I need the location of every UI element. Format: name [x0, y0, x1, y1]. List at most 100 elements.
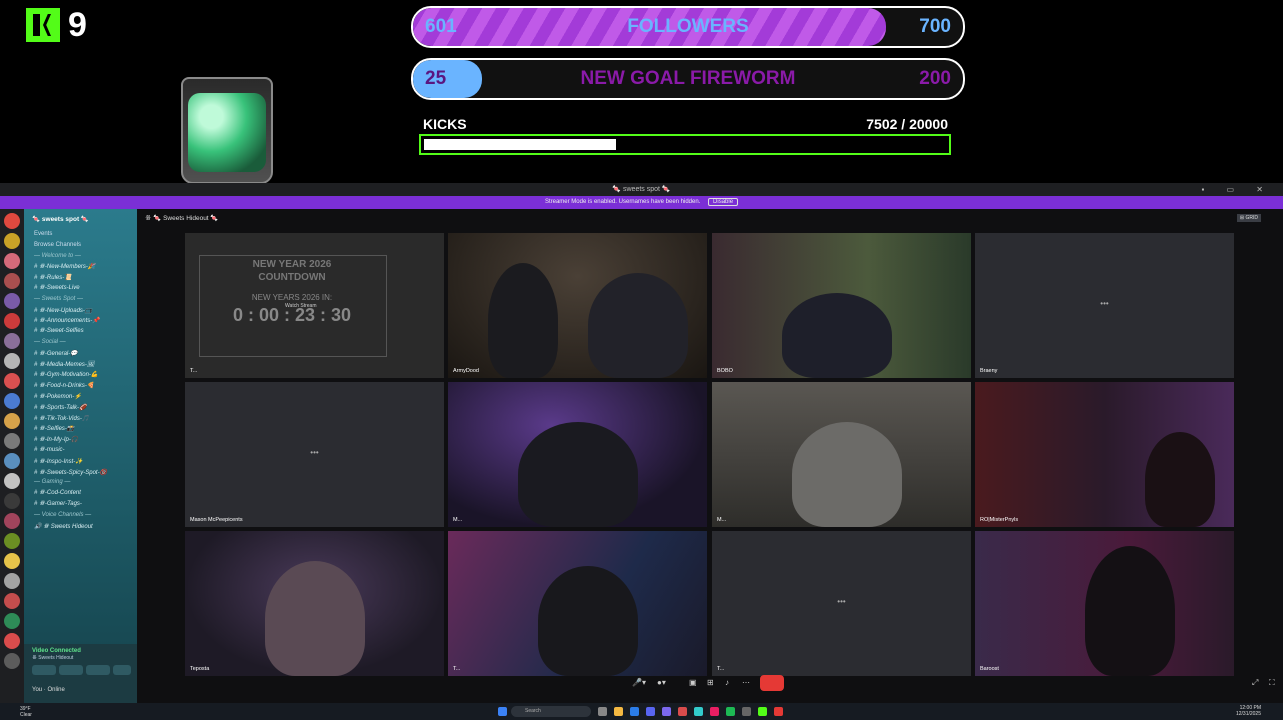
- camera-icon[interactable]: ●▾: [657, 676, 666, 690]
- file-explorer-icon[interactable]: [614, 707, 623, 716]
- server-icon[interactable]: [4, 653, 20, 669]
- channel-item[interactable]: # ꗥ-Inspo-Inst-✨: [34, 458, 83, 466]
- grid-toggle[interactable]: ⊞ GRID: [1236, 214, 1261, 222]
- spotify-icon[interactable]: [726, 707, 735, 716]
- window-controls[interactable]: ▪ ▭ ✕: [1201, 183, 1273, 196]
- server-name[interactable]: 🍬 sweets spot 🍬: [32, 215, 89, 223]
- screen-share-icon[interactable]: ▣: [689, 676, 697, 690]
- server-icon[interactable]: [4, 633, 20, 649]
- participant-name: Baroost: [980, 666, 999, 672]
- app-icon[interactable]: [694, 707, 703, 716]
- video-tile[interactable]: M...: [448, 382, 707, 527]
- video-tile[interactable]: BOBO: [712, 233, 971, 378]
- video-tile[interactable]: NEW YEAR 2026 COUNTDOWN NEW YEARS 2026 I…: [185, 233, 444, 378]
- channel-category[interactable]: — Voice Channels —: [34, 512, 91, 518]
- server-icon[interactable]: [4, 453, 20, 469]
- server-icon[interactable]: [4, 213, 20, 229]
- channel-item[interactable]: # ꗥ-New-Members-🎉: [34, 263, 95, 271]
- app-icon[interactable]: [678, 707, 687, 716]
- server-icon[interactable]: [4, 433, 20, 449]
- channel-item[interactable]: # ꗥ-Gym-Motivation-💪: [34, 371, 98, 379]
- disconnect-button[interactable]: [760, 675, 784, 691]
- sidebar-nav-item[interactable]: Browse Channels: [34, 242, 81, 248]
- app-icon[interactable]: [710, 707, 719, 716]
- channel-item[interactable]: 🔊 ꗥ Sweets Hideout: [34, 523, 93, 531]
- channel-item[interactable]: # ꗥ-music-: [34, 447, 65, 454]
- channel-item[interactable]: # ꗥ-In-My-Ip-🎧: [34, 436, 78, 444]
- server-icon[interactable]: [4, 553, 20, 569]
- channel-item[interactable]: # ꗥ-Sweet-Selfies: [34, 328, 84, 335]
- server-icon[interactable]: [4, 593, 20, 609]
- server-icon[interactable]: [4, 393, 20, 409]
- server-icon[interactable]: [4, 613, 20, 629]
- channel-item[interactable]: # ꗥ-Rules-📜: [34, 274, 72, 282]
- obs-icon[interactable]: [774, 707, 783, 716]
- channel-category[interactable]: — Gaming —: [34, 479, 70, 485]
- discord-window: 🍬 sweets spot 🍬 ▪ ▭ ✕ Streamer Mode is e…: [0, 183, 1283, 703]
- channel-category[interactable]: — Sweets Spot —: [34, 296, 83, 302]
- video-tile[interactable]: Baroost: [975, 531, 1234, 676]
- server-icon[interactable]: [4, 353, 20, 369]
- server-icon[interactable]: [4, 473, 20, 489]
- channel-item[interactable]: # ꗥ-Sports-Talk-🏈: [34, 404, 87, 412]
- app-icon[interactable]: [662, 707, 671, 716]
- edge-icon[interactable]: [630, 707, 639, 716]
- video-tile[interactable]: M...: [712, 382, 971, 527]
- channel-item[interactable]: # ꗥ-Announcements-📌: [34, 317, 100, 325]
- server-icon[interactable]: [4, 413, 20, 429]
- video-tile[interactable]: ••• Mason McPeepicents: [185, 382, 444, 527]
- channel-item[interactable]: # ꗥ-Tik-Tok-Vids-🎵: [34, 415, 89, 423]
- video-tile[interactable]: T...: [448, 531, 707, 676]
- kick-icon[interactable]: [758, 707, 767, 716]
- server-icon[interactable]: [4, 513, 20, 529]
- screenshare-button[interactable]: [59, 665, 83, 675]
- soundboard-button[interactable]: [113, 665, 131, 675]
- channel-item[interactable]: # ꗥ-Food-n-Drinks-🍕: [34, 382, 94, 390]
- server-icon[interactable]: [4, 253, 20, 269]
- microphone-icon[interactable]: 🎤▾: [632, 676, 646, 690]
- channel-category[interactable]: — Welcome to —: [34, 253, 81, 259]
- sidebar-nav-item[interactable]: Events: [34, 231, 52, 237]
- server-icon[interactable]: [4, 573, 20, 589]
- popout-icon[interactable]: ⤢: [1252, 676, 1258, 690]
- channel-item[interactable]: # ꗥ-Cod-Content: [34, 490, 81, 497]
- channel-item[interactable]: # ꗥ-General-💬: [34, 350, 78, 358]
- server-icon[interactable]: [4, 233, 20, 249]
- server-icon[interactable]: [4, 373, 20, 389]
- taskbar-search[interactable]: Search: [511, 706, 591, 717]
- more-options-icon[interactable]: ⋯: [742, 676, 750, 690]
- channel-category[interactable]: — Social —: [34, 339, 66, 345]
- start-icon[interactable]: [498, 707, 507, 716]
- channel-item[interactable]: # ꗥ-Gamer-Tags-: [34, 501, 82, 508]
- channel-item[interactable]: # ꗥ-Pokemon-⚡: [34, 393, 82, 401]
- server-icon[interactable]: [4, 533, 20, 549]
- soundboard-icon[interactable]: ♪: [725, 676, 729, 690]
- channel-item[interactable]: # ꗥ-Sweets-Live: [34, 285, 80, 292]
- task-view-icon[interactable]: [598, 707, 607, 716]
- activities-icon[interactable]: ⊞: [707, 676, 714, 690]
- server-icon[interactable]: [4, 293, 20, 309]
- user-panel[interactable]: You · Online: [32, 687, 65, 693]
- server-icon[interactable]: [4, 273, 20, 289]
- taskbar-clock[interactable]: 12:00 PM 12/31/2025: [1236, 705, 1261, 717]
- channel-item[interactable]: # ꗥ-New-Uploads-📺: [34, 307, 92, 315]
- activity-button[interactable]: [86, 665, 110, 675]
- video-tile[interactable]: ArmyDood: [448, 233, 707, 378]
- discord-icon[interactable]: [646, 707, 655, 716]
- video-tile[interactable]: RO|MisterPnyls: [975, 382, 1234, 527]
- video-tile[interactable]: ••• Braeny: [975, 233, 1234, 378]
- app-icon[interactable]: [742, 707, 751, 716]
- server-icon[interactable]: [4, 493, 20, 509]
- camera-button[interactable]: [32, 665, 56, 675]
- server-icon[interactable]: [4, 313, 20, 329]
- channel-item[interactable]: # ꗥ-Sweets-Spicy-Spot-🔞: [34, 469, 107, 477]
- server-icon[interactable]: [4, 333, 20, 349]
- fullscreen-icon[interactable]: ⛶: [1269, 676, 1275, 690]
- watch-stream-label[interactable]: Watch Stream: [285, 303, 317, 309]
- channel-item[interactable]: # ꗥ-Media-Memes-🖼: [34, 361, 95, 369]
- video-tile[interactable]: ••• T...: [712, 531, 971, 676]
- weather-widget[interactable]: 39°F Clear: [20, 706, 32, 718]
- disable-button[interactable]: Disable: [708, 198, 739, 206]
- video-tile[interactable]: Teposta: [185, 531, 444, 676]
- channel-item[interactable]: # ꗥ-Selfies-📸: [34, 425, 74, 433]
